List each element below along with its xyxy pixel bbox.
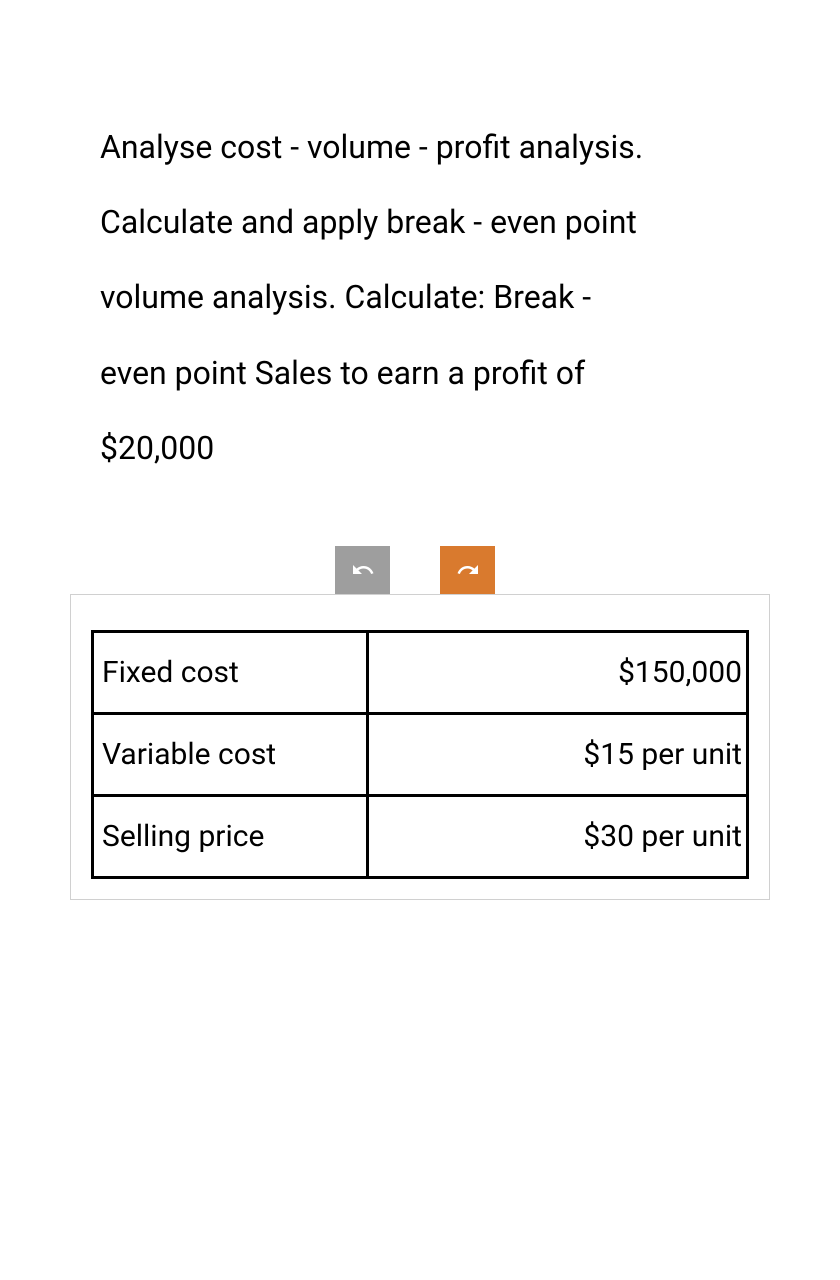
table-row: Fixed cost $150,000 <box>93 631 748 713</box>
table-row: Selling price $30 per unit <box>93 795 748 877</box>
undo-icon <box>351 558 375 582</box>
row-label: Fixed cost <box>93 631 368 713</box>
redo-icon <box>456 558 480 582</box>
row-label: Variable cost <box>93 713 368 795</box>
redo-button[interactable] <box>440 546 495 594</box>
button-row <box>335 546 740 594</box>
row-value: $15 per unit <box>368 713 748 795</box>
undo-button[interactable] <box>335 546 390 594</box>
row-label: Selling price <box>93 795 368 877</box>
table-row: Variable cost $15 per unit <box>93 713 748 795</box>
table-container: Fixed cost $150,000 Variable cost $15 pe… <box>70 594 770 900</box>
row-value: $150,000 <box>368 631 748 713</box>
data-table: Fixed cost $150,000 Variable cost $15 pe… <box>91 630 749 879</box>
question-text: Analyse cost - volume - profit analysis.… <box>100 110 660 486</box>
row-value: $30 per unit <box>368 795 748 877</box>
